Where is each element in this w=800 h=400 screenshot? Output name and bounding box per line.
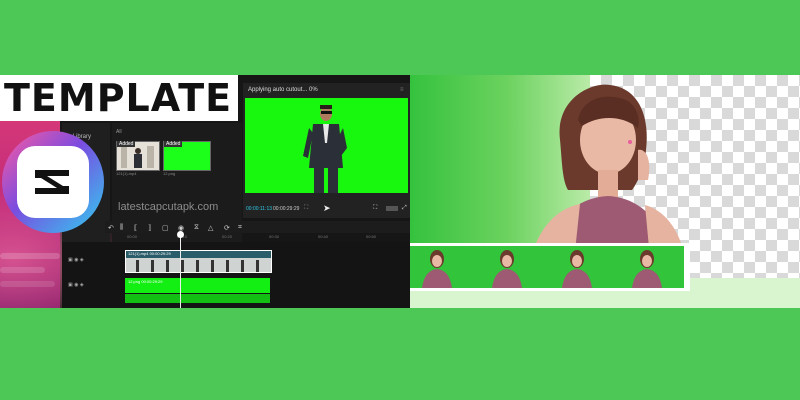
fit-icon[interactable]: ⛶ [304, 205, 308, 212]
current-time: 00:00:11:13 [246, 206, 273, 212]
deco-bar [0, 267, 45, 273]
delete-icon[interactable]: ▢ [162, 224, 169, 232]
strip-frame-2 [492, 250, 522, 288]
ruler-tick: 00:00 [127, 234, 138, 239]
app-logo-tile [17, 146, 89, 218]
track-controls-overlay[interactable]: ▣ ◉ ◈ [68, 282, 84, 288]
watermark: latestcapcutapk.com [118, 201, 219, 213]
banner-title: TEMPLATE [4, 76, 233, 120]
ruler-tick: 00:30 [269, 234, 280, 239]
canvas: { "banner": {"title": "TEMPLATE"}, "app"… [0, 0, 800, 400]
ruler-tick: 00:50 [366, 234, 377, 239]
split-icon[interactable]: ⫼ [120, 224, 123, 232]
ruler-tick: 00:40 [318, 234, 329, 239]
playhead-knob[interactable] [177, 231, 184, 238]
editor-content: ▸ Library All Added 121(1).mp4 Added 12.… [0, 75, 410, 308]
strip-frame-3 [562, 250, 592, 288]
menu-icon[interactable]: ≡ [400, 87, 404, 93]
strip-frame-1 [422, 250, 452, 288]
media-tab-all[interactable]: All [116, 129, 122, 135]
mirror-icon[interactable]: ⧖ [194, 224, 199, 232]
playhead[interactable] [180, 235, 181, 308]
video-clip-label: 121(1).mp4 00:00:29:29 [128, 251, 171, 256]
cutout-status: Applying auto cutout... 0% [248, 87, 318, 93]
expand-icon[interactable]: ⤢ [402, 205, 407, 212]
track-controls-video[interactable]: ▣ ◉ ◈ [68, 257, 84, 263]
added-badge: Added [164, 141, 183, 147]
app-logo [2, 131, 104, 233]
capcut-logo-icon [35, 170, 69, 194]
rotate-icon[interactable]: ⟳ [224, 224, 230, 232]
preview-canvas[interactable] [245, 98, 408, 193]
flip-icon[interactable]: △ [208, 224, 213, 232]
crop-icon[interactable]: ⌗ [238, 224, 242, 232]
filmstrip-end [684, 243, 690, 291]
split-left-icon[interactable]: ⟦ [134, 224, 137, 232]
fullscreen-icon[interactable]: ⛶ [373, 205, 377, 212]
media-name: 121(1).mp4 [116, 171, 137, 176]
strip-frame-4 [632, 250, 662, 288]
green-clip-lower [125, 294, 270, 303]
deco-bar [0, 281, 55, 287]
green-clip-label: 12.png 00:00:29:29 [128, 279, 163, 284]
deco-bar [0, 253, 60, 259]
ratio-button[interactable] [386, 206, 398, 211]
media-name: 12.png [163, 171, 176, 176]
split-right-icon[interactable]: ⟧ [148, 224, 151, 232]
cursor-icon: ➤ [323, 203, 331, 213]
ruler-tick: 00:20 [222, 234, 233, 239]
undo-icon[interactable]: ↶ [108, 224, 114, 232]
man-in-suit-figure [303, 105, 347, 193]
added-badge: Added [117, 141, 136, 147]
total-time: 00:00:29:29 [273, 206, 300, 212]
